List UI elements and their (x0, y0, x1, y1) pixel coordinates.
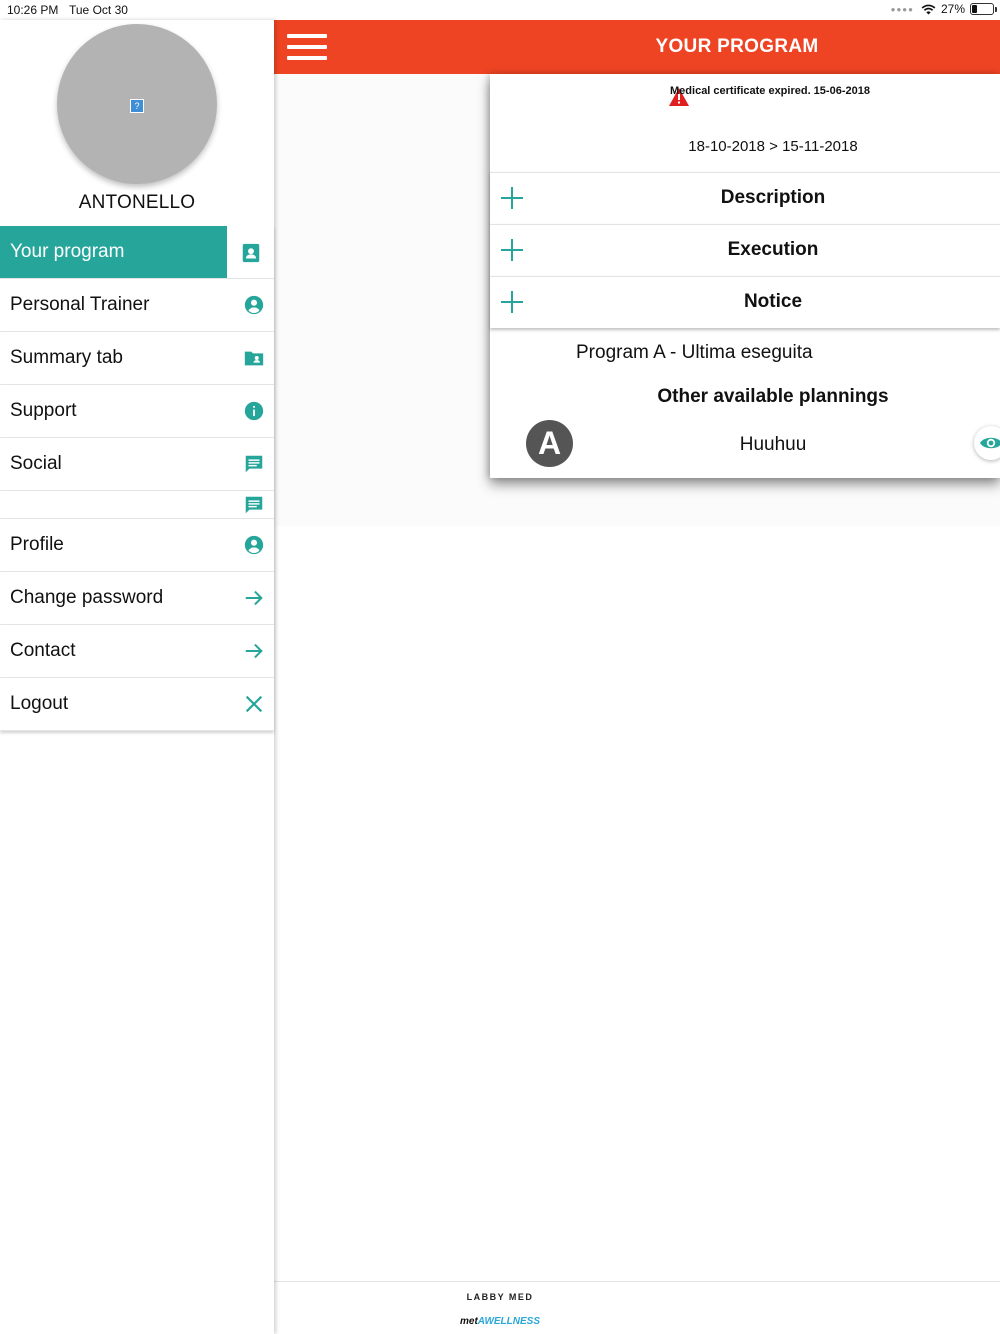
sidebar-item-personal-trainer[interactable]: Personal Trainer (0, 279, 274, 332)
view-planning-button[interactable] (974, 426, 1000, 460)
broken-image-icon: ? (130, 99, 144, 113)
wifi-icon (921, 4, 936, 14)
arrow-right-icon (242, 639, 266, 663)
sidebar-item-label: Summary tab (10, 347, 123, 368)
status-date: Tue Oct 30 (69, 3, 128, 17)
status-right: ●●●● 27% (890, 2, 997, 16)
accordion-label: Description (720, 187, 826, 208)
info-icon (242, 399, 266, 423)
planning-row[interactable]: A Huuhuu (490, 418, 1000, 470)
page-title: YOUR PROGRAM (655, 36, 819, 57)
battery-fill (972, 5, 978, 13)
program-panel: Medical certificate expired. 15-06-2018 … (490, 74, 1000, 478)
sidebar-item-label: Profile (10, 534, 64, 555)
brand-accent: AWELLNESS (477, 1316, 541, 1327)
eye-icon (980, 437, 1000, 449)
close-icon (242, 692, 266, 716)
sidebar-item-label: Change password (10, 587, 164, 608)
account-circle-icon (242, 533, 266, 557)
menu-icon[interactable] (287, 34, 327, 60)
sidebar-item-label: Social (10, 453, 62, 474)
sidebar: ? ANTONELLO Your program Personal Traine… (0, 20, 274, 1334)
arrow-right-icon (242, 586, 266, 610)
accordion-execution[interactable]: Execution (490, 224, 1000, 276)
accordion-notice[interactable]: Notice (490, 276, 1000, 328)
sidebar-item-label: Logout (10, 693, 69, 714)
accordion-label: Notice (743, 291, 803, 312)
battery-percent: 27% (940, 2, 965, 16)
sidebar-item-label: Your program (10, 241, 125, 262)
sidebar-item-logout[interactable]: Logout (0, 678, 274, 731)
app-header: YOUR PROGRAM (274, 20, 1000, 74)
sidebar-item-label: Support (10, 400, 77, 421)
sidebar-item-change-password[interactable]: Change password (0, 572, 274, 625)
battery-icon (970, 3, 997, 15)
medical-certificate-warning: Medical certificate expired. 15-06-2018 (670, 85, 870, 97)
sidebar-item-summary-tab[interactable]: Summary tab (0, 332, 274, 385)
sidebar-item-label: Personal Trainer (10, 294, 150, 315)
status-time: 10:26 PM (7, 3, 59, 17)
brand-prefix: met (459, 1316, 478, 1327)
contact-card-icon (227, 226, 274, 279)
sidebar-item-label: Contact (10, 640, 76, 661)
program-date-range: 18-10-2018 > 15-11-2018 (688, 138, 858, 155)
planning-name: Huuhuu (739, 434, 807, 455)
avatar[interactable]: ? (57, 24, 217, 184)
status-bar: 10:26 PM Tue Oct 30 ●●●● 27% (0, 0, 1000, 20)
account-circle-icon (242, 293, 266, 317)
accordion-description[interactable]: Description (490, 172, 1000, 224)
chat-icon (242, 452, 266, 476)
sidebar-item-support[interactable]: Support (0, 385, 274, 438)
sidebar-item-unnamed[interactable] (0, 491, 274, 519)
sidebar-item-your-program[interactable]: Your program (0, 226, 274, 279)
sidebar-item-profile[interactable]: Profile (0, 519, 274, 572)
user-name: ANTONELLO (78, 192, 196, 213)
signal-icon: ●●●● (890, 4, 914, 14)
accordion-label: Execution (727, 239, 819, 260)
other-plannings-title: Other available plannings (657, 386, 889, 407)
current-program: Program A - Ultima eseguita (576, 342, 813, 363)
sidebar-item-social[interactable]: Social (0, 438, 274, 491)
sidebar-item-contact[interactable]: Contact (0, 625, 274, 678)
folder-account-icon (242, 346, 266, 370)
sidebar-menu: Your program Personal Trainer Summary ta… (0, 226, 274, 731)
chat-icon (242, 493, 266, 517)
